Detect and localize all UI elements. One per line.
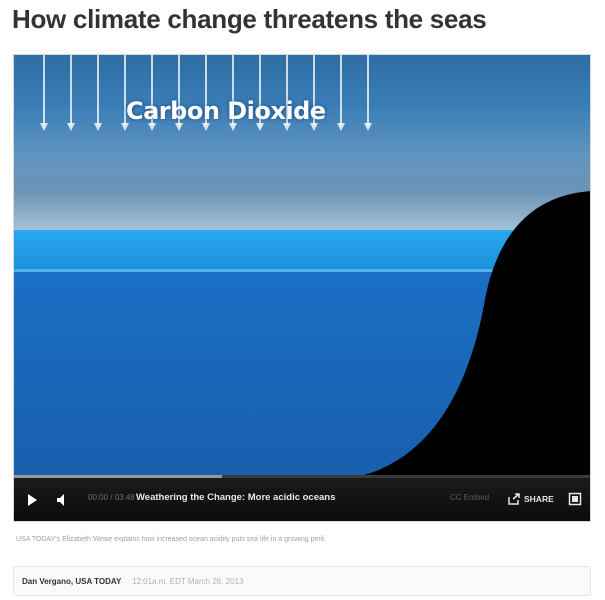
continental-shelf [364, 191, 590, 475]
share-icon [508, 493, 520, 505]
volume-icon [57, 494, 64, 506]
byline-date: 12:01a.m. EDT March 26, 2013 [132, 577, 244, 586]
volume-button[interactable] [54, 491, 70, 509]
share-label: SHARE [524, 494, 554, 504]
video-title: Weathering the Change: More acidic ocean… [136, 492, 336, 503]
video-player[interactable]: Carbon Dioxide 00:00 / 03:48 Weathering … [13, 54, 591, 522]
video-control-bar: 00:00 / 03:48 Weathering the Change: Mor… [14, 475, 590, 521]
video-caption: USA TODAY's Elizabeth Weise explains how… [16, 536, 326, 543]
fullscreen-button[interactable] [568, 491, 582, 507]
play-icon [28, 494, 37, 506]
play-button[interactable] [24, 491, 40, 509]
cc-embed-button[interactable]: CC Embed [450, 493, 489, 502]
article-headline: How climate change threatens the seas [12, 4, 487, 34]
time-display: 00:00 / 03:48 [88, 493, 135, 502]
byline-bar: Dan Vergano, USA TODAY 12:01a.m. EDT Mar… [13, 566, 591, 596]
share-button[interactable]: SHARE [508, 490, 554, 508]
fullscreen-icon [568, 492, 582, 506]
progress-fill [14, 475, 223, 478]
byline-author[interactable]: Dan Vergano, USA TODAY [22, 577, 121, 586]
video-frame[interactable]: Carbon Dioxide [14, 55, 590, 475]
progress-bar[interactable] [14, 475, 590, 478]
